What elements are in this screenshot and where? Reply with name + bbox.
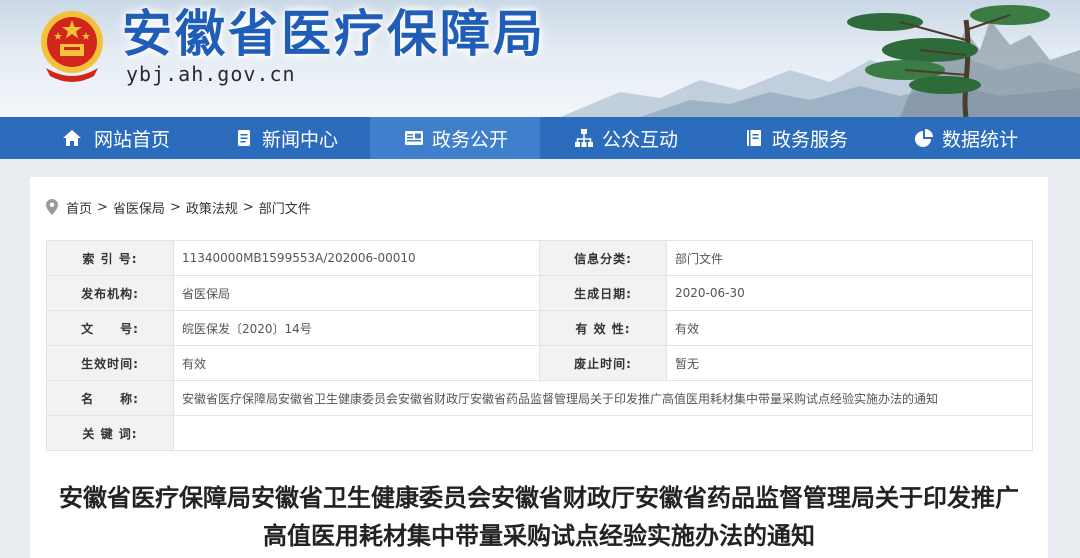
nav-item-interaction[interactable]: 公众互动 bbox=[540, 117, 710, 159]
breadcrumb-separator: > bbox=[242, 199, 254, 215]
keywords-label: 关 键 词: bbox=[46, 415, 174, 451]
breadcrumb: 首页 > 省医保局 > 政策法规 > 部门文件 bbox=[46, 197, 311, 217]
doc-no-value: 皖医保发〔2020〕14号 bbox=[173, 310, 540, 346]
main-nav: 网站首页 新闻中心 政务公开 公众互动 政务服务 数据统计 bbox=[0, 117, 1080, 159]
breadcrumb-separator: > bbox=[97, 199, 108, 215]
nav-item-services[interactable]: 政务服务 bbox=[710, 117, 880, 159]
repeal-value: 暂无 bbox=[666, 345, 1033, 381]
validity-value: 有效 bbox=[666, 310, 1033, 346]
nav-item-statistics[interactable]: 数据统计 bbox=[880, 117, 1050, 159]
home-icon bbox=[63, 130, 81, 146]
date-value: 2020-06-30 bbox=[666, 275, 1033, 311]
book-icon bbox=[747, 130, 761, 146]
content-panel: 首页 > 省医保局 > 政策法规 > 部门文件 索 引 号: 11340000M… bbox=[30, 177, 1048, 558]
document-icon bbox=[238, 130, 250, 146]
nav-label: 新闻中心 bbox=[262, 128, 339, 151]
validity-label: 有 效 性: bbox=[539, 310, 667, 346]
table-row: 发布机构: 省医保局 生成日期: 2020-06-30 bbox=[46, 275, 1033, 311]
effective-value: 有效 bbox=[173, 345, 540, 381]
table-row: 文 号: 皖医保发〔2020〕14号 有 效 性: 有效 bbox=[46, 310, 1033, 346]
nav-item-gov-affairs[interactable]: 政务公开 bbox=[370, 117, 540, 159]
breadcrumb-bureau[interactable]: 省医保局 bbox=[113, 198, 165, 217]
nav-label: 网站首页 bbox=[94, 128, 171, 151]
nav-label: 政务公开 bbox=[432, 128, 509, 151]
category-value: 部门文件 bbox=[666, 240, 1033, 276]
document-title: 安徽省医疗保障局安徽省卫生健康委员会安徽省财政厅安徽省药品监督管理局关于印发推广… bbox=[59, 484, 1019, 550]
nav-item-news[interactable]: 新闻中心 bbox=[200, 117, 370, 159]
name-value: 安徽省医疗保障局安徽省卫生健康委员会安徽省财政厅安徽省药品监督管理局关于印发推广… bbox=[173, 380, 1033, 416]
site-header: 安徽省医疗保障局 ybj.ah.gov.cn bbox=[0, 0, 1080, 117]
location-pin-icon bbox=[46, 199, 58, 215]
nav-item-home[interactable]: 网站首页 bbox=[0, 117, 200, 159]
index-no-value: 11340000MB1599553A/202006-00010 bbox=[173, 240, 540, 276]
breadcrumb-policies[interactable]: 政策法规 bbox=[186, 198, 238, 217]
index-no-label: 索 引 号: bbox=[46, 240, 174, 276]
breadcrumb-home[interactable]: 首页 bbox=[66, 198, 92, 217]
national-emblem-icon bbox=[41, 11, 103, 82]
table-row: 关 键 词: bbox=[46, 415, 1033, 451]
nav-label: 数据统计 bbox=[942, 128, 1019, 151]
table-row: 生效时间: 有效 废止时间: 暂无 bbox=[46, 345, 1033, 381]
table-row: 名 称: 安徽省医疗保障局安徽省卫生健康委员会安徽省财政厅安徽省药品监督管理局关… bbox=[46, 380, 1033, 416]
nav-label: 公众互动 bbox=[602, 128, 679, 151]
publisher-value: 省医保局 bbox=[173, 275, 540, 311]
category-label: 信息分类: bbox=[539, 240, 667, 276]
pie-chart-icon bbox=[915, 129, 933, 147]
id-card-icon bbox=[405, 131, 423, 145]
nav-label: 政务服务 bbox=[772, 128, 849, 151]
publisher-label: 发布机构: bbox=[46, 275, 174, 311]
table-row: 索 引 号: 11340000MB1599553A/202006-00010 信… bbox=[46, 240, 1033, 276]
document-info-table: 索 引 号: 11340000MB1599553A/202006-00010 信… bbox=[46, 240, 1033, 451]
doc-no-label: 文 号: bbox=[46, 310, 174, 346]
repeal-label: 废止时间: bbox=[539, 345, 667, 381]
breadcrumb-separator: > bbox=[169, 199, 181, 215]
keywords-value bbox=[173, 415, 1033, 451]
effective-label: 生效时间: bbox=[46, 345, 174, 381]
breadcrumb-department-docs[interactable]: 部门文件 bbox=[259, 198, 311, 217]
site-url: ybj.ah.gov.cn bbox=[126, 62, 296, 86]
network-icon bbox=[575, 129, 593, 147]
name-label: 名 称: bbox=[46, 380, 174, 416]
date-label: 生成日期: bbox=[539, 275, 667, 311]
site-title: 安徽省医疗保障局 bbox=[122, 5, 546, 63]
